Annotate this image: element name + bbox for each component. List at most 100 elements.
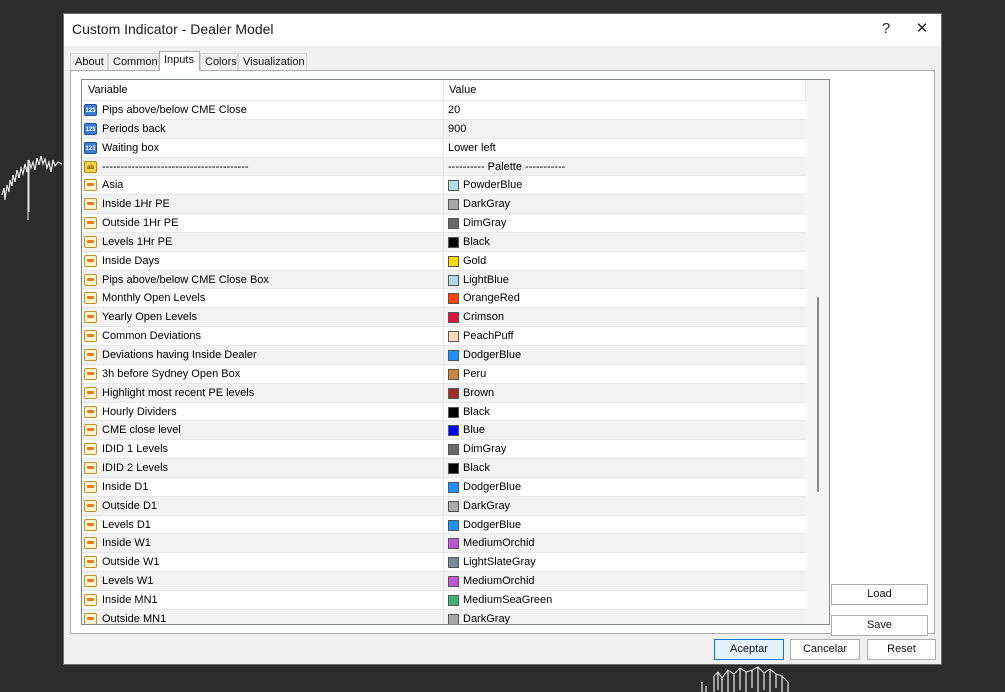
variable-value[interactable]: Peru xyxy=(463,368,486,380)
variable-value[interactable]: Gold xyxy=(463,255,486,267)
variable-value[interactable]: Crimson xyxy=(463,311,504,323)
grid-row[interactable]: Inside 1Hr PE DarkGray xyxy=(82,195,806,215)
color-swatch[interactable] xyxy=(448,293,459,305)
color-swatch[interactable] xyxy=(448,444,459,456)
variable-value[interactable]: LightBlue xyxy=(463,274,509,286)
variable-value[interactable]: PeachPuff xyxy=(463,330,514,342)
variable-value[interactable]: Lower left xyxy=(448,142,496,154)
grid-row[interactable]: Deviations having Inside Dealer DodgerBlu… xyxy=(82,345,806,365)
grid-row[interactable]: Inside Days Gold xyxy=(82,251,806,271)
color-swatch[interactable] xyxy=(448,274,459,286)
color-swatch[interactable] xyxy=(448,463,459,475)
column-header-variable[interactable]: Variable xyxy=(88,84,128,96)
variable-value[interactable]: Blue xyxy=(463,424,485,436)
variable-value[interactable]: Black xyxy=(463,462,490,474)
color-swatch[interactable] xyxy=(448,368,459,380)
cancel-button[interactable]: Cancelar xyxy=(790,639,860,660)
grid-row[interactable]: CME close level Blue xyxy=(82,421,806,441)
color-swatch[interactable] xyxy=(448,576,459,588)
color-swatch[interactable] xyxy=(448,349,459,361)
help-button[interactable]: ? xyxy=(872,18,900,40)
color-swatch[interactable] xyxy=(448,594,459,606)
variable-value[interactable]: MediumSeaGreen xyxy=(463,594,552,606)
grid-row[interactable]: 123 Pips above/below CME Close 20 xyxy=(82,101,806,120)
variable-value[interactable]: PowderBlue xyxy=(463,179,522,191)
tab-about[interactable]: About xyxy=(70,53,108,70)
grid-row[interactable]: Levels W1 MediumOrchid xyxy=(82,572,806,591)
vertical-scrollbar[interactable] xyxy=(807,80,829,624)
grid-row[interactable]: Hourly Dividers Black xyxy=(82,402,806,422)
grid-row[interactable]: Monthly Open Levels OrangeRed xyxy=(82,289,806,309)
variable-value[interactable]: Black xyxy=(463,236,490,248)
close-button[interactable]: ✕ xyxy=(908,18,936,40)
grid-row[interactable]: Outside W1 LightSlateGray xyxy=(82,553,806,573)
grid-row[interactable]: IDID 2 Levels Black xyxy=(82,459,806,478)
grid-row[interactable]: Inside W1 MediumOrchid xyxy=(82,534,806,554)
grid-row[interactable]: Pips above/below CME Close Box LightBlue xyxy=(82,270,806,290)
color-swatch[interactable] xyxy=(448,425,459,437)
grid-row[interactable]: Levels D1 DodgerBlue xyxy=(82,515,806,535)
inputs-grid[interactable]: Variable Value 123 Pips above/below CME C… xyxy=(81,79,830,625)
grid-row[interactable]: Yearly Open Levels Crimson xyxy=(82,308,806,328)
variable-value[interactable]: DarkGray xyxy=(463,500,510,512)
grid-row[interactable]: Highlight most recent PE levels Brown xyxy=(82,383,806,403)
color-swatch[interactable] xyxy=(448,312,459,324)
variable-value[interactable]: DodgerBlue xyxy=(463,481,521,493)
color-icon xyxy=(84,518,97,531)
variable-value[interactable]: Black xyxy=(463,406,490,418)
color-swatch[interactable] xyxy=(448,199,459,211)
accept-button[interactable]: Aceptar xyxy=(714,639,784,660)
color-swatch[interactable] xyxy=(448,387,459,399)
tab-common[interactable]: Common xyxy=(108,53,159,70)
grid-row[interactable]: Common Deviations PeachPuff xyxy=(82,327,806,346)
variable-value[interactable]: DodgerBlue xyxy=(463,349,521,361)
color-swatch[interactable] xyxy=(448,538,459,550)
variable-value[interactable]: 900 xyxy=(448,123,466,135)
grid-row[interactable]: Levels 1Hr PE Black xyxy=(82,232,806,252)
variable-value[interactable]: DarkGray xyxy=(463,613,510,624)
grid-row[interactable]: Asia PowderBlue xyxy=(82,176,806,196)
grid-row[interactable]: Outside D1 DarkGray xyxy=(82,496,806,516)
column-header-value[interactable]: Value xyxy=(449,84,476,96)
color-swatch[interactable] xyxy=(448,613,459,624)
save-button[interactable]: Save xyxy=(831,615,928,636)
tab-inputs[interactable]: Inputs xyxy=(159,51,200,71)
variable-value[interactable]: ---------- Palette ----------- xyxy=(448,161,565,173)
variable-value[interactable]: DodgerBlue xyxy=(463,519,521,531)
grid-row[interactable]: Outside MN1 DarkGray xyxy=(82,609,806,624)
variable-value[interactable]: MediumOrchid xyxy=(463,575,535,587)
grid-row[interactable]: 3h before Sydney Open Box Peru xyxy=(82,364,806,384)
color-swatch[interactable] xyxy=(448,557,459,569)
variable-value[interactable]: DimGray xyxy=(463,217,506,229)
color-swatch[interactable] xyxy=(448,236,459,248)
reset-button[interactable]: Reset xyxy=(867,639,936,660)
grid-row[interactable]: ab --------------------------------------… xyxy=(82,157,806,177)
color-icon xyxy=(84,179,97,192)
color-swatch[interactable] xyxy=(448,519,459,531)
variable-value[interactable]: 20 xyxy=(448,104,460,116)
variable-value[interactable]: DimGray xyxy=(463,443,506,455)
variable-name: Waiting box xyxy=(102,141,160,154)
grid-row[interactable]: IDID 1 Levels DimGray xyxy=(82,440,806,460)
color-swatch[interactable] xyxy=(448,481,459,493)
variable-value[interactable]: OrangeRed xyxy=(463,292,520,304)
color-swatch[interactable] xyxy=(448,180,459,192)
color-swatch[interactable] xyxy=(448,255,459,267)
tab-colors[interactable]: Colors xyxy=(200,53,238,70)
grid-row[interactable]: Inside D1 DodgerBlue xyxy=(82,477,806,497)
grid-row[interactable]: 123 Periods back 900 xyxy=(82,119,806,139)
grid-row[interactable]: Inside MN1 MediumSeaGreen xyxy=(82,590,806,610)
variable-value[interactable]: DarkGray xyxy=(463,198,510,210)
color-swatch[interactable] xyxy=(448,218,459,230)
tab-visualization[interactable]: Visualization xyxy=(238,53,307,70)
variable-value[interactable]: Brown xyxy=(463,387,494,399)
scrollbar-thumb[interactable] xyxy=(817,297,819,492)
variable-value[interactable]: MediumOrchid xyxy=(463,537,535,549)
color-swatch[interactable] xyxy=(448,500,459,512)
grid-row[interactable]: Outside 1Hr PE DimGray xyxy=(82,214,806,233)
grid-row[interactable]: 123 Waiting box Lower left xyxy=(82,138,806,158)
color-swatch[interactable] xyxy=(448,331,459,343)
color-swatch[interactable] xyxy=(448,406,459,418)
load-button[interactable]: Load xyxy=(831,584,928,605)
variable-value[interactable]: LightSlateGray xyxy=(463,556,536,568)
